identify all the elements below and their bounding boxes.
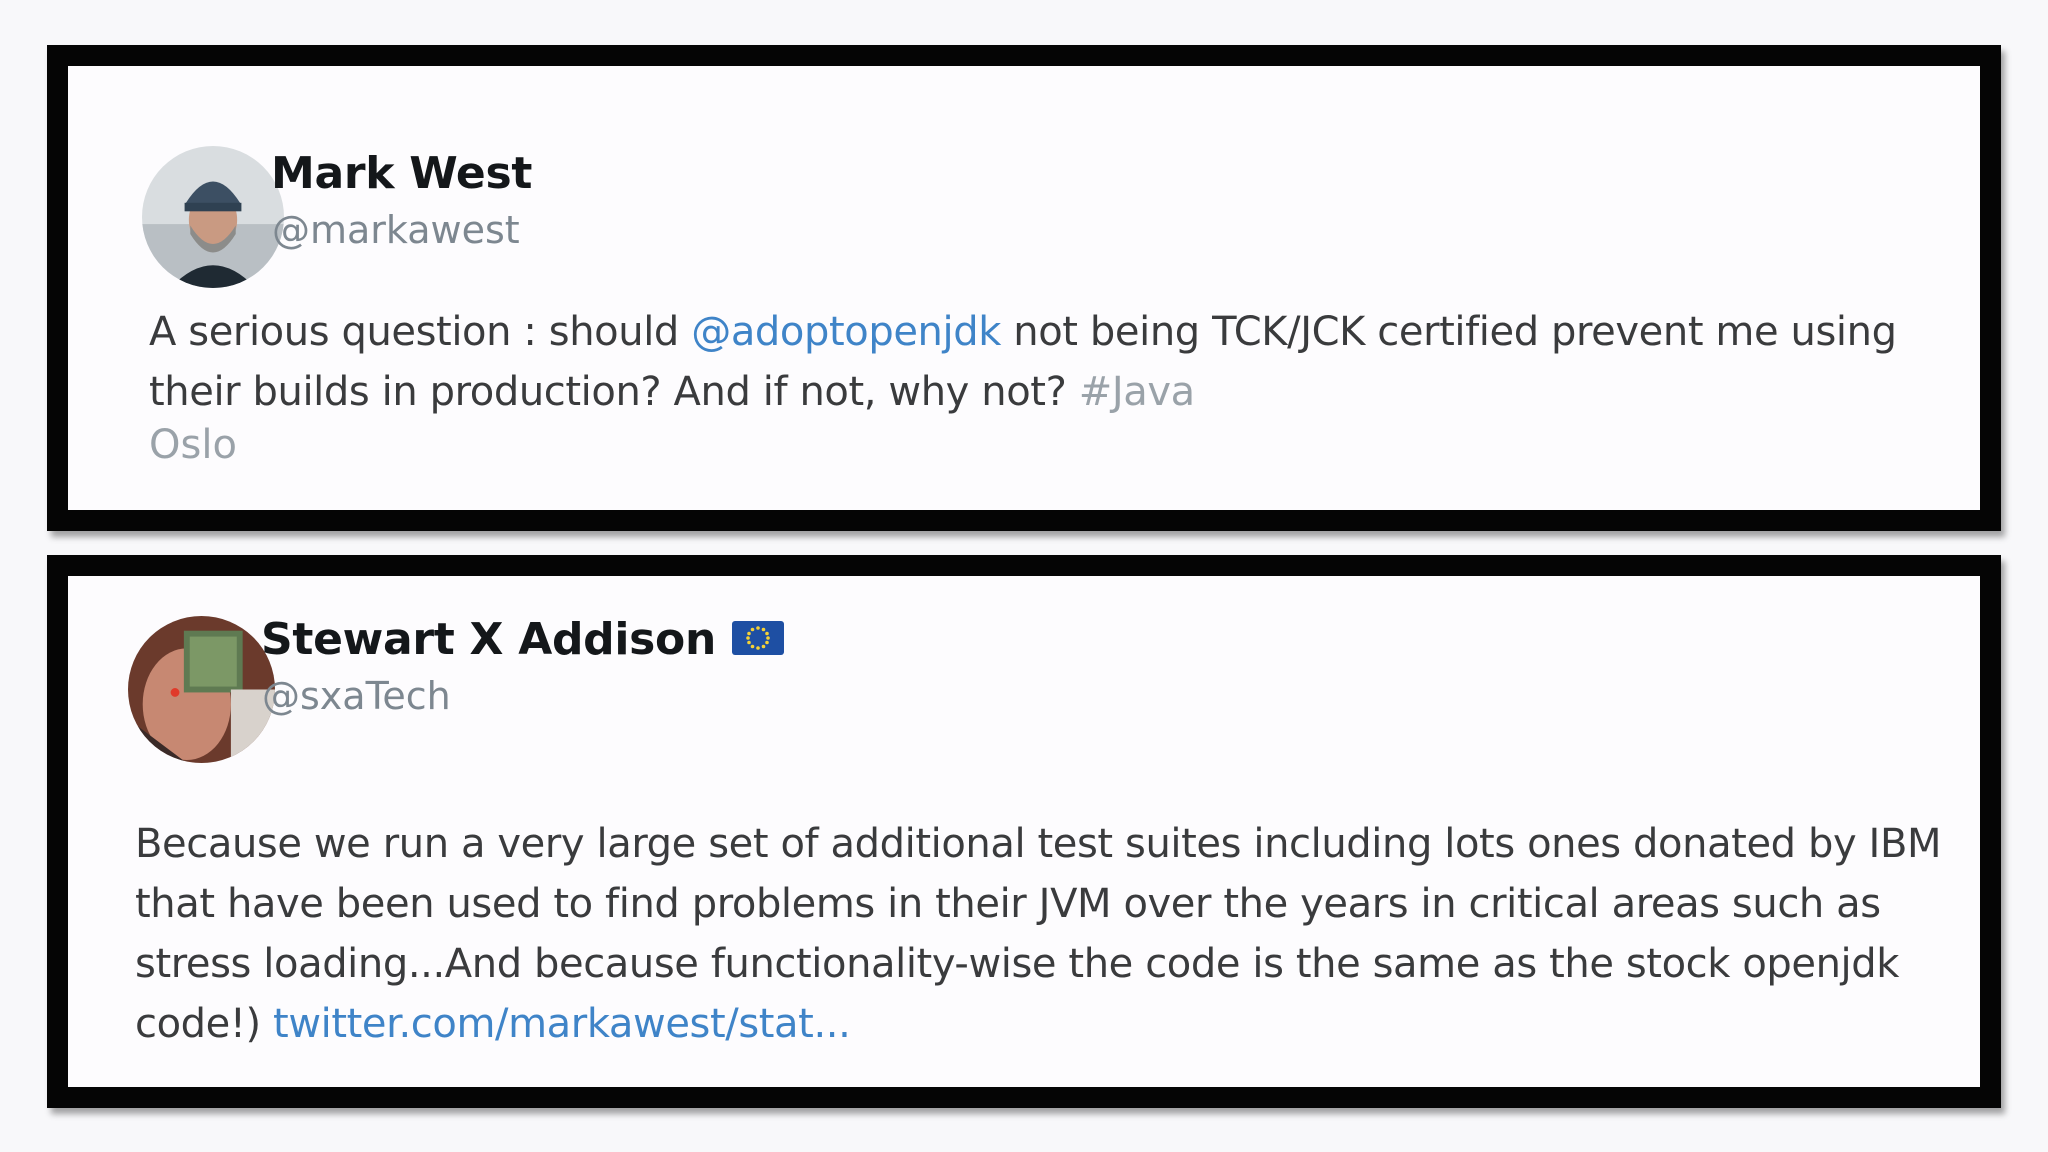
avatar[interactable]: [142, 146, 284, 288]
hashtag-link[interactable]: #Java: [1079, 369, 1195, 415]
screenshot-stage: Mark West @markawest A serious question …: [0, 0, 2048, 1152]
author-name[interactable]: Stewart X Addison: [261, 614, 784, 665]
author-handle[interactable]: @markawest: [272, 208, 520, 252]
tweet-card-mark-west[interactable]: Mark West @markawest A serious question …: [47, 45, 2001, 531]
eu-flag-icon: [731, 621, 784, 655]
avatar-image: [142, 146, 284, 288]
author-name[interactable]: Mark West: [271, 148, 532, 199]
tweet-card-stewart-addison[interactable]: Stewart X Addison @sxaTech Because we ru…: [47, 555, 2001, 1108]
tweet-location[interactable]: Oslo: [149, 422, 237, 468]
mention-link[interactable]: @adoptopenjdk: [691, 309, 1001, 355]
author-name-text: Stewart X Addison: [261, 614, 716, 665]
tweet-text: A serious question : should @adoptopenjd…: [149, 302, 1989, 422]
avatar-image: [128, 616, 275, 763]
tweet-link[interactable]: twitter.com/markawest/stat...: [273, 1001, 851, 1047]
avatar[interactable]: [128, 616, 275, 763]
author-name-text: Mark West: [271, 148, 533, 199]
tweet-text-part1: A serious question : should: [149, 309, 692, 355]
tweet-text: Because we run a very large set of addit…: [135, 814, 1985, 1054]
author-handle[interactable]: @sxaTech: [262, 674, 451, 718]
